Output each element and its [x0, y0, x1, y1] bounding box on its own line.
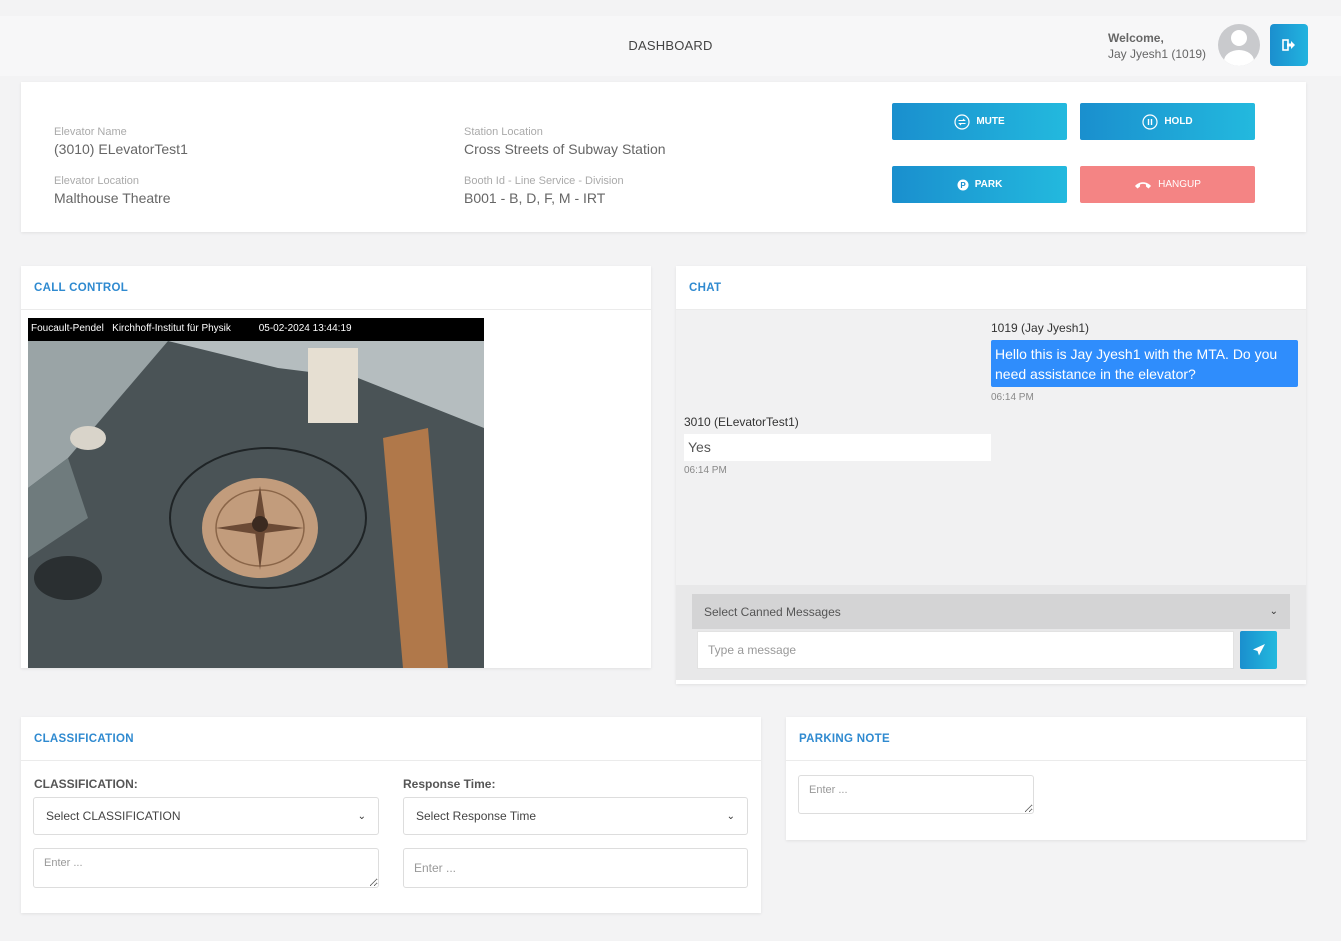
hold-button[interactable]: HOLD [1080, 103, 1255, 140]
welcome-label: Welcome, [1108, 31, 1164, 45]
avatar-head [1231, 30, 1247, 46]
elevator-location-field: Elevator Location Malthouse Theatre [54, 175, 170, 206]
canned-messages-select[interactable]: Select Canned Messages ⌄ [692, 594, 1290, 629]
station-location-value: Cross Streets of Subway Station [464, 141, 666, 157]
pause-icon [1142, 113, 1158, 130]
outgoing-sender: 1019 (Jay Jyesh1) [991, 321, 1090, 335]
parking-note-input[interactable] [798, 775, 1034, 814]
video-overlay-bar: Foucault-Pendel Kirchhoff-Institut für P… [28, 318, 484, 341]
response-time-note[interactable] [403, 848, 748, 888]
chat-compose-area: Select Canned Messages ⌄ [676, 585, 1306, 680]
parking-note-card: PARKING NOTE [786, 717, 1306, 840]
canned-messages-value: Select Canned Messages [704, 604, 841, 619]
park-label: PARK [974, 179, 1003, 190]
call-control-card: CALL CONTROL Foucault-Pendel Kirchhoff-I… [21, 266, 651, 668]
welcome-block: Welcome, Jay Jyesh1 (1019) [1108, 30, 1206, 62]
parking-note-title: PARKING NOTE [786, 717, 1306, 761]
camera-timestamp: 05-02-2024 13:44:19 [258, 323, 352, 334]
classification-label: CLASSIFICATION: [34, 777, 138, 791]
hangup-button[interactable]: HANGUP [1080, 166, 1255, 203]
chat-messages: 1019 (Jay Jyesh1) Hello this is Jay Jyes… [676, 310, 1306, 585]
elevator-name-value: (3010) ELevatorTest1 [54, 141, 188, 157]
classification-title: CLASSIFICATION [21, 717, 761, 761]
elevator-name-field: Elevator Name (3010) ELevatorTest1 [54, 126, 188, 157]
camera-scene [28, 318, 484, 668]
response-time-select-value: Select Response Time [416, 809, 537, 823]
booth-value: B001 - B, D, F, M - IRT [464, 190, 606, 206]
send-button[interactable] [1240, 631, 1277, 669]
camera-name: Foucault-Pendel Kirchhoff-Institut für P… [31, 323, 231, 334]
chat-title: CHAT [676, 266, 1306, 310]
svg-text:P: P [960, 181, 966, 190]
elevator-location-label: Elevator Location [54, 175, 139, 187]
chevron-down-icon: ⌄ [1269, 606, 1278, 617]
booth-label: Booth Id - Line Service - Division [464, 175, 624, 187]
classification-card: CLASSIFICATION CLASSIFICATION: Select CL… [21, 717, 761, 913]
response-time-label: Response Time: [403, 777, 496, 791]
incoming-time: 06:14 PM [684, 465, 727, 476]
chevron-down-icon: ⌄ [726, 810, 735, 822]
response-time-select[interactable]: Select Response Time ⌄ [403, 797, 748, 835]
elevator-name-label: Elevator Name [54, 126, 127, 138]
hangup-label: HANGUP [1158, 179, 1201, 190]
station-location-label: Station Location [464, 126, 543, 138]
mute-label: MUTE [976, 116, 1005, 127]
phone-hangup-icon [1135, 181, 1152, 188]
station-location-field: Station Location Cross Streets of Subway… [464, 126, 666, 157]
classification-note[interactable] [33, 848, 379, 888]
avatar[interactable] [1218, 24, 1260, 66]
chevron-down-icon: ⌄ [357, 810, 366, 822]
classification-select[interactable]: Select CLASSIFICATION ⌄ [33, 797, 379, 835]
outgoing-time: 06:14 PM [991, 392, 1034, 403]
incoming-sender: 3010 (ELevatorTest1) [684, 415, 799, 429]
outgoing-message: Hello this is Jay Jyesh1 with the MTA. D… [991, 340, 1298, 387]
incoming-message: Yes [684, 434, 991, 461]
elevator-info-card: Elevator Name (3010) ELevatorTest1 Eleva… [21, 82, 1306, 232]
hold-label: HOLD [1164, 116, 1193, 127]
chat-card: CHAT 1019 (Jay Jyesh1) Hello this is Jay… [676, 266, 1306, 684]
elevator-location-value: Malthouse Theatre [54, 190, 171, 206]
sign-out-icon [1282, 39, 1295, 51]
call-control-title: CALL CONTROL [21, 266, 651, 310]
classification-select-value: Select CLASSIFICATION [46, 809, 181, 823]
parking-icon: P [957, 179, 969, 190]
mute-icon [954, 113, 970, 130]
logout-button[interactable] [1270, 24, 1308, 66]
booth-field: Booth Id - Line Service - Division B001 … [464, 175, 624, 206]
user-name: Jay Jyesh1 (1019) [1108, 47, 1207, 61]
message-input[interactable] [697, 631, 1234, 669]
park-button[interactable]: P PARK [892, 166, 1067, 203]
mute-button[interactable]: MUTE [892, 103, 1067, 140]
avatar-body [1224, 50, 1254, 66]
camera-feed: Foucault-Pendel Kirchhoff-Institut für P… [28, 318, 484, 668]
paper-plane-icon [1252, 644, 1265, 656]
